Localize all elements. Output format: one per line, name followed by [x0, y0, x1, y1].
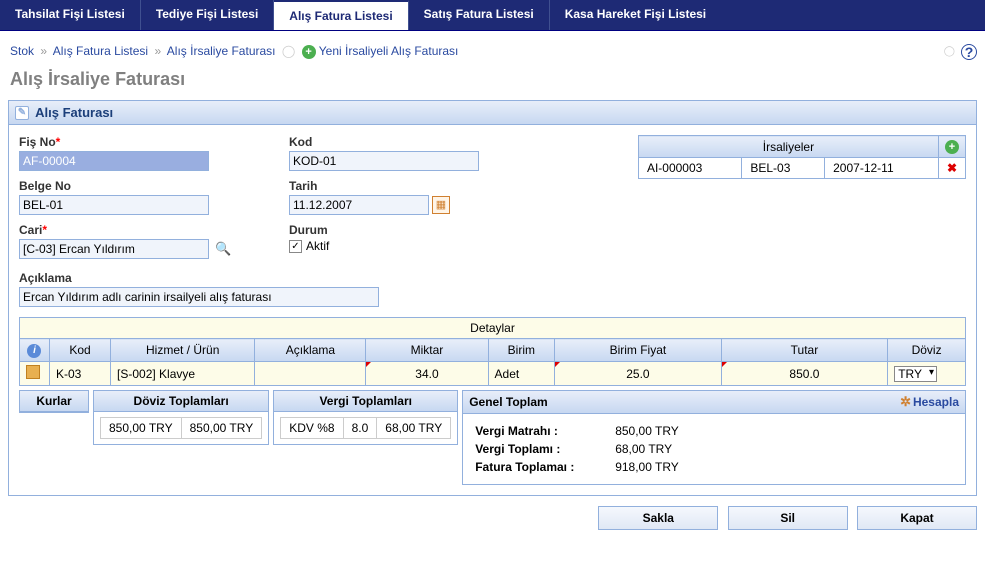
matrah-label: Vergi Matrahı : [475, 424, 595, 438]
col-kod: Kod [49, 339, 110, 362]
kod-label: Kod [289, 135, 489, 149]
det-doviz-cell: TRY [888, 362, 966, 386]
kapat-button[interactable]: Kapat [857, 506, 977, 530]
fis-no-label: Fiş No* [19, 135, 259, 149]
breadcrumb: ? ◯ Stok » Alış Fatura Listesi » Alış İr… [8, 39, 977, 67]
col-aciklama: Açıklama [255, 339, 366, 362]
tarih-label: Tarih [289, 179, 489, 193]
panel-header: ✎ Alış Faturası [9, 101, 976, 126]
bc-alis-irsaliye-faturasi[interactable]: Alış İrsaliye Faturası [167, 44, 276, 58]
col-hizmet: Hizmet / Ürün [111, 339, 255, 362]
calendar-icon[interactable]: ▦ [432, 196, 450, 214]
det-aciklama[interactable] [255, 362, 366, 386]
action-bar: Sakla Sil Kapat [8, 496, 977, 532]
panel-title: Alış Faturası [35, 105, 113, 120]
doviz-select[interactable]: TRY [894, 366, 937, 382]
status-circle-icon: ◯ [944, 46, 955, 57]
tab-tahsilat[interactable]: Tahsilat Fişi Listesi [0, 0, 141, 30]
detaylar-title: Detaylar [20, 318, 966, 339]
search-icon[interactable]: 🔍 [215, 241, 231, 257]
irs-cell-1: BEL-03 [742, 158, 825, 179]
doviz-toplam-title: Döviz Toplamları [94, 391, 268, 412]
aciklama-label: Açıklama [19, 271, 966, 285]
gear-icon: ✲ [900, 394, 911, 409]
durum-option: Aktif [306, 239, 329, 253]
det-kod: K-03 [49, 362, 110, 386]
tab-alis-fatura[interactable]: Alış Fatura Listesi [274, 0, 408, 30]
genel-toplam-title: Genel Toplam [469, 395, 547, 409]
sil-button[interactable]: Sil [728, 506, 848, 530]
add-irsaliye-icon[interactable]: + [945, 140, 959, 154]
cari-input[interactable] [19, 239, 209, 259]
irsaliye-row: AI-000003 BEL-03 2007-12-11 ✖ [638, 158, 965, 179]
tab-bar: Tahsilat Fişi Listesi Tediye Fişi Listes… [0, 0, 985, 31]
col-doviz: Döviz [888, 339, 966, 362]
aciklama-input[interactable] [19, 287, 379, 307]
irsaliyeler-title: İrsaliyeler [763, 140, 814, 154]
col-birim-fiyat: Birim Fiyat [555, 339, 722, 362]
bc-stok[interactable]: Stok [10, 44, 34, 58]
col-miktar: Miktar [366, 339, 488, 362]
plus-icon: + [302, 45, 316, 59]
fatura-label: Fatura Toplamaı : [475, 460, 595, 474]
irs-cell-2: 2007-12-11 [825, 158, 939, 179]
kurlar-label: Kurlar [20, 391, 88, 412]
det-hizmet: [S-002] Klavye [111, 362, 255, 386]
vergi-label: Vergi Toplamı : [475, 442, 595, 456]
help-icon[interactable]: ? [961, 44, 977, 60]
det-miktar[interactable]: 34.0 [366, 362, 488, 386]
tab-satis-fatura[interactable]: Satış Fatura Listesi [409, 0, 550, 30]
delete-irsaliye-icon[interactable]: ✖ [938, 158, 965, 179]
col-birim: Birim [488, 339, 555, 362]
product-icon [26, 365, 40, 379]
vergi-toplam-title: Vergi Toplamları [274, 391, 457, 412]
vergi-top-2: 68,00 TRY [377, 418, 451, 439]
belge-no-input[interactable] [19, 195, 209, 215]
kod-input[interactable] [289, 151, 479, 171]
main-panel: ✎ Alış Faturası Fiş No* Belge No Cari* [8, 100, 977, 497]
fis-no-input[interactable] [19, 151, 209, 171]
matrah-value: 850,00 TRY [615, 424, 679, 438]
fatura-value: 918,00 TRY [615, 460, 679, 474]
cari-label: Cari* [19, 223, 259, 237]
bc-alis-fatura-listesi[interactable]: Alış Fatura Listesi [53, 44, 148, 58]
det-tutar[interactable]: 850.0 [721, 362, 888, 386]
durum-label: Durum [289, 223, 489, 237]
doviz-top-0: 850,00 TRY [101, 418, 182, 439]
det-birim-fiyat[interactable]: 25.0 [555, 362, 722, 386]
irsaliyeler-table: İrsaliyeler + AI-000003 BEL-03 2007-12-1… [638, 135, 966, 179]
vergi-top-0: KDV %8 [281, 418, 343, 439]
tarih-input[interactable] [289, 195, 429, 215]
vergi-top-1: 8.0 [343, 418, 377, 439]
info-icon: i [27, 344, 41, 358]
detail-row: K-03 [S-002] Klavye 34.0 Adet 25.0 850.0… [20, 362, 966, 386]
col-tutar: Tutar [721, 339, 888, 362]
durum-checkbox[interactable]: ✓ [289, 240, 302, 253]
vergi-value: 68,00 TRY [615, 442, 672, 456]
doviz-top-1: 850,00 TRY [181, 418, 262, 439]
page-title: Alış İrsaliye Faturası [8, 67, 977, 100]
hesapla-button[interactable]: ✲Hesapla [900, 394, 959, 410]
tab-tediye[interactable]: Tediye Fişi Listesi [141, 0, 274, 30]
tab-kasa[interactable]: Kasa Hareket Fişi Listesi [550, 0, 721, 30]
detaylar-table: Detaylar i Kod Hizmet / Ürün Açıklama Mi… [19, 317, 966, 386]
irs-cell-0: AI-000003 [638, 158, 741, 179]
det-birim: Adet [488, 362, 555, 386]
belge-no-label: Belge No [19, 179, 259, 193]
document-icon: ✎ [15, 106, 29, 120]
sakla-button[interactable]: Sakla [598, 506, 718, 530]
bc-yeni-irsaliyeli[interactable]: Yeni İrsaliyeli Alış Faturası [319, 44, 459, 58]
